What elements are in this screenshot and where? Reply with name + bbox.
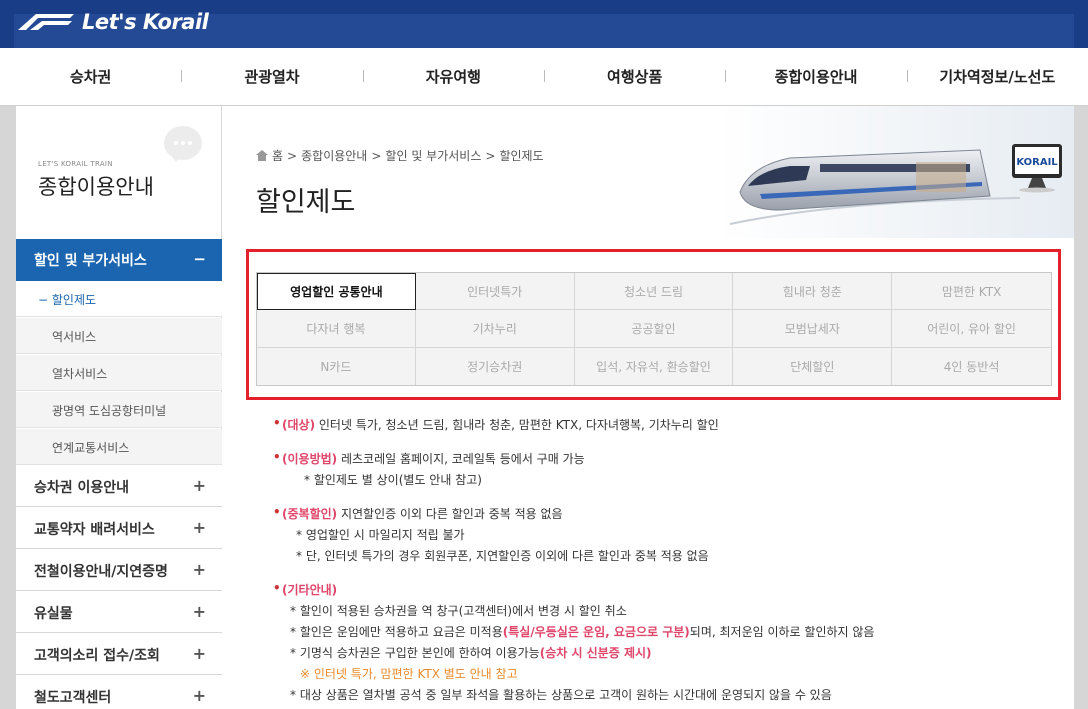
sidebar-item-mobility-service[interactable]: 교통약자 배려서비스 + bbox=[16, 507, 222, 549]
info-etc-line1: * 할인이 적용된 승차권을 역 창구(고객센터)에서 변경 시 할인 취소 bbox=[290, 604, 627, 618]
nav-tour-train[interactable]: 관광열차 bbox=[181, 66, 362, 87]
tab-four-seat[interactable]: 4인 동반석 bbox=[892, 347, 1051, 385]
info-usage: (이용방법) 레츠코레일 홈페이지, 코레일톡 등에서 구매 가능 bbox=[273, 450, 585, 467]
breadcrumb-separator: > bbox=[371, 148, 382, 163]
nav-travel-products[interactable]: 여행상품 bbox=[543, 66, 725, 87]
sidebar-subitem-airport-terminal[interactable]: 광명역 도심공항터미널 bbox=[16, 392, 222, 428]
sidebar-item-call-center[interactable]: 철도고객센터 + bbox=[16, 675, 222, 709]
sidebar-subitem-station-service[interactable]: 역서비스 bbox=[16, 318, 222, 354]
discount-tab-grid: 영업할인 공통안내 인터넷특가 청소년 드림 힘내라 청춘 맘편한 KTX 다자… bbox=[256, 272, 1052, 386]
sidebar-item-discount-services[interactable]: 할인 및 부가서비스 − bbox=[16, 239, 222, 281]
nav-general-guide[interactable]: 종합이용안내 bbox=[725, 66, 906, 87]
korail-logo[interactable]: Let's Korail bbox=[16, 7, 209, 37]
tab-standing-transfer[interactable]: 입석, 자유석, 환승할인 bbox=[574, 347, 734, 385]
page-gutter-right bbox=[1074, 106, 1088, 709]
sidebar-subitem-train-service[interactable]: 열차서비스 bbox=[16, 355, 222, 391]
sidebar-item-label: 전철이용안내/지연증명 bbox=[34, 564, 168, 580]
sidebar-subitem-connecting-transport[interactable]: 연계교통서비스 bbox=[16, 429, 222, 465]
tab-model-taxpayer[interactable]: 모범납세자 bbox=[733, 310, 893, 348]
sidebar-item-label: 교통약자 배려서비스 bbox=[34, 522, 155, 538]
train-monitor-illustration: KORAIL bbox=[720, 106, 1074, 238]
breadcrumb-general-guide[interactable]: 종합이용안내 bbox=[301, 147, 367, 164]
breadcrumb-separator: > bbox=[485, 148, 496, 163]
sidebar-item-label: 고객의소리 접수/조회 bbox=[34, 648, 160, 664]
expand-icon[interactable]: + bbox=[193, 602, 206, 621]
tab-n-card[interactable]: N카드 bbox=[257, 347, 416, 385]
expand-icon[interactable]: + bbox=[193, 518, 206, 537]
tab-youth-dream[interactable]: 청소년 드림 bbox=[574, 273, 734, 311]
logo-text: Let's Korail bbox=[82, 10, 209, 34]
nav-station-info[interactable]: 기차역정보/노선도 bbox=[906, 66, 1088, 87]
train-brand-text: KORAIL bbox=[1016, 157, 1058, 168]
info-duplicate-sub2: * 단, 인터넷 특가의 경우 회원쿠폰, 지연할인증 이외에 다른 할인과 중… bbox=[296, 549, 709, 563]
info-target: (대상) 인터넷 특가, 청소년 드림, 힘내라 청춘, 맘편한 KTX, 다자… bbox=[273, 416, 719, 433]
info-duplicate-sub1: * 영업할인 시 마일리지 적립 불가 bbox=[296, 528, 465, 542]
tab-multichild[interactable]: 다자녀 행복 bbox=[257, 310, 416, 348]
sidebar-item-customer-voice[interactable]: 고객의소리 접수/조회 + bbox=[16, 633, 222, 675]
sidebar-item-label: 승차권 이용안내 bbox=[34, 480, 130, 496]
page-gutter-left bbox=[0, 106, 16, 709]
tab-gichanuri[interactable]: 기차누리 bbox=[415, 310, 575, 348]
page-title: 할인제도 bbox=[256, 187, 356, 218]
main-navigation: 승차권 관광열차 자유여행 여행상품 종합이용안내 기차역정보/노선도 bbox=[0, 48, 1088, 106]
tab-common-guide[interactable]: 영업할인 공통안내 bbox=[257, 273, 416, 311]
breadcrumb-home[interactable]: 홈 bbox=[272, 147, 283, 164]
breadcrumb: 홈 > 종합이용안내 > 할인 및 부가서비스 > 할인제도 bbox=[256, 147, 544, 164]
info-etc: (기타안내) bbox=[273, 581, 337, 598]
tab-comfort-ktx[interactable]: 맘편한 KTX bbox=[892, 273, 1051, 311]
tab-season-ticket[interactable]: 정기승차권 bbox=[415, 347, 575, 385]
collapse-icon[interactable]: − bbox=[193, 250, 206, 268]
discount-tabs-highlight: 영업할인 공통안내 인터넷특가 청소년 드림 힘내라 청춘 맘편한 KTX 다자… bbox=[246, 249, 1061, 400]
info-duplicate: (중복할인) 지연할인증 이외 다른 할인과 중복 적용 없음 bbox=[273, 505, 563, 522]
speech-bubble-icon bbox=[164, 126, 202, 162]
breadcrumb-discount-services[interactable]: 할인 및 부가서비스 bbox=[385, 147, 481, 164]
sidebar: LET'S KORAIL TRAIN 종합이용안내 할인 및 부가서비스 − −… bbox=[16, 106, 222, 709]
sidebar-item-lost-found[interactable]: 유실물 + bbox=[16, 591, 222, 633]
info-etc-note: ※ 인터넷 특가, 맘편한 KTX 별도 안내 참고 bbox=[300, 667, 518, 681]
breadcrumb-separator: > bbox=[287, 148, 298, 163]
info-etc-line3: * 기명식 승차권은 구입한 본인에 한하여 이용가능(승차 시 신분증 제시) bbox=[290, 646, 652, 660]
nav-free-travel[interactable]: 자유여행 bbox=[362, 66, 544, 87]
top-header-bar: Let's Korail bbox=[0, 0, 1088, 48]
sidebar-subitem-discount-system[interactable]: − 할인제도 bbox=[16, 281, 222, 317]
info-etc-line5: * 대상 상품은 열차별 공석 중 일부 좌석을 활용하는 상품으로 고객이 원… bbox=[290, 688, 832, 702]
tab-youth-cheer[interactable]: 힘내라 청춘 bbox=[733, 273, 893, 311]
expand-icon[interactable]: + bbox=[193, 560, 206, 579]
sidebar-header: LET'S KORAIL TRAIN 종합이용안내 bbox=[16, 106, 222, 238]
sidebar-title: 종합이용안내 bbox=[38, 175, 154, 199]
home-icon bbox=[256, 150, 268, 161]
info-usage-sub: * 할인제도 별 상이(별도 안내 참고) bbox=[304, 473, 482, 487]
sidebar-subitem-label: 할인제도 bbox=[51, 293, 97, 307]
tab-child-infant[interactable]: 어린이, 유아 할인 bbox=[892, 310, 1051, 348]
info-etc-line2: * 할인은 운임에만 적용하고 요금은 미적용(특실/우등실은 운임, 요금으로… bbox=[290, 625, 875, 639]
active-dash-icon: − bbox=[38, 293, 49, 307]
tab-internet-special[interactable]: 인터넷특가 bbox=[415, 273, 575, 311]
expand-icon[interactable]: + bbox=[193, 686, 206, 705]
sidebar-item-label: 철도고객센터 bbox=[34, 690, 112, 706]
main-content: 홈 > 종합이용안내 > 할인 및 부가서비스 > 할인제도 할인제도 KORA… bbox=[222, 106, 1074, 709]
nav-ticket[interactable]: 승차권 bbox=[0, 66, 181, 87]
sidebar-small-label: LET'S KORAIL TRAIN bbox=[38, 160, 113, 168]
tab-public-discount[interactable]: 공공할인 bbox=[574, 310, 734, 348]
sidebar-item-label: 할인 및 부가서비스 bbox=[34, 253, 147, 269]
sidebar-item-subway-delay[interactable]: 전철이용안내/지연증명 + bbox=[16, 549, 222, 591]
tab-group-discount[interactable]: 단체할인 bbox=[733, 347, 893, 385]
korail-swoosh-icon bbox=[18, 14, 74, 30]
sidebar-item-ticket-guide[interactable]: 승차권 이용안내 + bbox=[16, 465, 222, 507]
sidebar-item-label: 유실물 bbox=[34, 606, 73, 622]
expand-icon[interactable]: + bbox=[193, 644, 206, 663]
expand-icon[interactable]: + bbox=[193, 476, 206, 495]
breadcrumb-current: 할인제도 bbox=[499, 149, 544, 163]
